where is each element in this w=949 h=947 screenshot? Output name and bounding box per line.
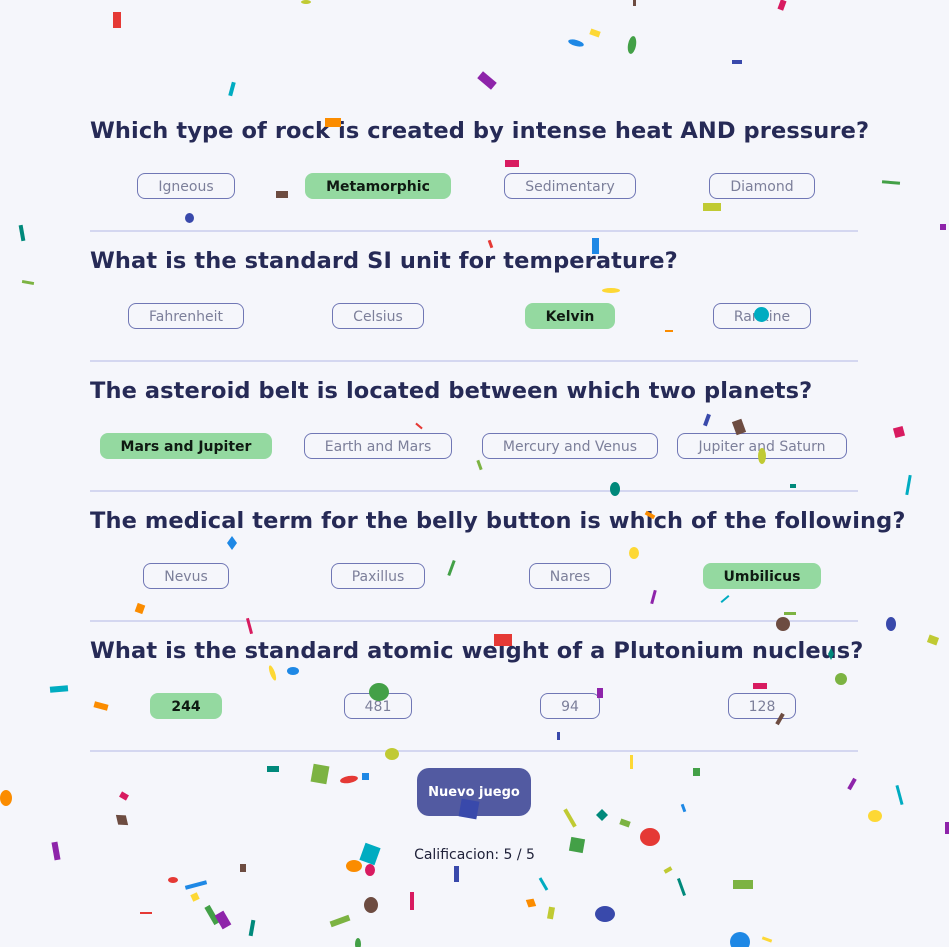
confetti-piece (168, 877, 178, 883)
confetti-piece (633, 0, 636, 6)
answer-row: 244 481 94 128 (90, 693, 858, 719)
confetti-piece (49, 685, 69, 693)
confetti-piece (214, 910, 232, 930)
new-game-button[interactable]: Nuevo juego (417, 768, 531, 816)
answer-button-correct[interactable]: Mars and Jupiter (99, 433, 273, 459)
confetti-piece (538, 877, 549, 891)
question-block-4: The medical term for the belly button is… (90, 492, 905, 622)
confetti-piece (895, 784, 904, 806)
score-text: Calificacion: 5 / 5 (414, 847, 535, 863)
answer-button[interactable]: 94 (540, 693, 600, 719)
confetti-piece (568, 39, 584, 47)
confetti-piece (905, 474, 912, 496)
answer-button-correct[interactable]: Kelvin (524, 303, 616, 329)
confetti-piece (0, 790, 12, 806)
confetti-piece (847, 777, 857, 791)
answer-row: Igneous Metamorphic Sedimentary Diamond (90, 173, 858, 199)
confetti-piece (663, 866, 673, 874)
confetti-piece (184, 880, 208, 890)
answer-button[interactable]: Nevus (143, 563, 229, 589)
confetti-piece (410, 892, 414, 910)
answer-button[interactable]: Paxillus (330, 563, 426, 589)
confetti-piece (640, 828, 660, 846)
question-text: What is the standard atomic weight of a … (90, 638, 864, 664)
answer-button[interactable]: Fahrenheit (127, 303, 245, 329)
confetti-piece (248, 919, 256, 937)
question-text: Which type of rock is created by intense… (90, 118, 870, 144)
answer-button[interactable]: Nares (528, 563, 612, 589)
confetti-piece (563, 808, 577, 828)
answer-button-correct[interactable]: 244 (150, 693, 222, 719)
confetti-piece (355, 938, 361, 947)
question-text: The asteroid belt is located between whi… (90, 378, 813, 404)
confetti-piece (732, 60, 742, 64)
answer-row: Fahrenheit Celsius Kelvin Rankine (90, 303, 858, 329)
confetti-piece (595, 906, 615, 922)
confetti-piece (596, 809, 608, 821)
confetti-piece (228, 81, 236, 97)
confetti-piece (18, 224, 26, 242)
question-block-3: The asteroid belt is located between whi… (90, 362, 858, 492)
confetti-piece (945, 822, 949, 834)
confetti-piece (364, 897, 378, 913)
confetti-piece (761, 936, 773, 943)
confetti-piece (267, 766, 279, 772)
confetti-piece (119, 791, 129, 801)
confetti-piece (886, 617, 896, 631)
answer-button[interactable]: Diamond (709, 173, 815, 199)
confetti-piece (589, 28, 601, 38)
answer-button[interactable]: Celsius (332, 303, 424, 329)
question-text: The medical term for the belly button is… (90, 508, 906, 534)
confetti-piece (329, 914, 351, 928)
answer-button[interactable]: 128 (727, 693, 797, 719)
question-block-2: What is the standard SI unit for tempera… (90, 232, 858, 362)
confetti-piece (619, 818, 631, 828)
answer-button[interactable]: Mercury and Venus (481, 433, 659, 459)
confetti-piece (547, 906, 555, 920)
confetti-piece (113, 12, 121, 28)
confetti-piece (204, 904, 220, 926)
answer-button[interactable]: 481 (343, 693, 413, 719)
confetti-piece (140, 912, 152, 914)
answer-button[interactable]: Igneous (137, 173, 235, 199)
question-block-5: What is the standard atomic weight of a … (90, 622, 863, 752)
confetti-piece (892, 425, 906, 439)
answer-button[interactable]: Sedimentary (504, 173, 636, 199)
confetti-piece (881, 180, 901, 185)
quiz-page: Which type of rock is created by intense… (0, 0, 949, 947)
confetti-piece (777, 0, 787, 11)
confetti-piece (240, 864, 246, 872)
confetti-piece (868, 810, 882, 822)
confetti-piece (693, 768, 700, 776)
question-block-1: Which type of rock is created by intense… (90, 102, 869, 232)
answer-button[interactable]: Jupiter and Saturn (677, 433, 847, 459)
confetti-piece (365, 864, 375, 876)
answer-button-correct[interactable]: Metamorphic (305, 173, 451, 199)
question-text: What is the standard SI unit for tempera… (90, 248, 678, 274)
confetti-piece (190, 892, 200, 902)
confetti-piece (21, 279, 35, 286)
confetti-piece (525, 898, 537, 908)
confetti-piece (362, 773, 369, 780)
confetti-piece (340, 775, 358, 784)
confetti-piece (627, 36, 637, 54)
confetti-piece (680, 803, 687, 813)
confetti-piece (115, 814, 129, 826)
quiz-list: Which type of rock is created by intense… (90, 102, 905, 752)
confetti-piece (940, 224, 946, 230)
confetti-piece (730, 932, 750, 947)
confetti-piece (630, 755, 633, 769)
confetti-piece (926, 634, 940, 646)
answer-row: Mars and Jupiter Earth and Mars Mercury … (90, 433, 858, 459)
confetti-piece (310, 763, 330, 785)
answer-button-correct[interactable]: Umbilicus (702, 563, 822, 589)
confetti-piece (454, 866, 459, 882)
answer-button[interactable]: Earth and Mars (303, 433, 453, 459)
answer-row: Nevus Paxillus Nares Umbilicus (90, 563, 858, 589)
confetti-piece (301, 0, 311, 4)
confetti-piece (677, 878, 686, 896)
confetti-piece (477, 71, 497, 90)
answer-button[interactable]: Rankine (712, 303, 812, 329)
confetti-piece (733, 880, 753, 889)
